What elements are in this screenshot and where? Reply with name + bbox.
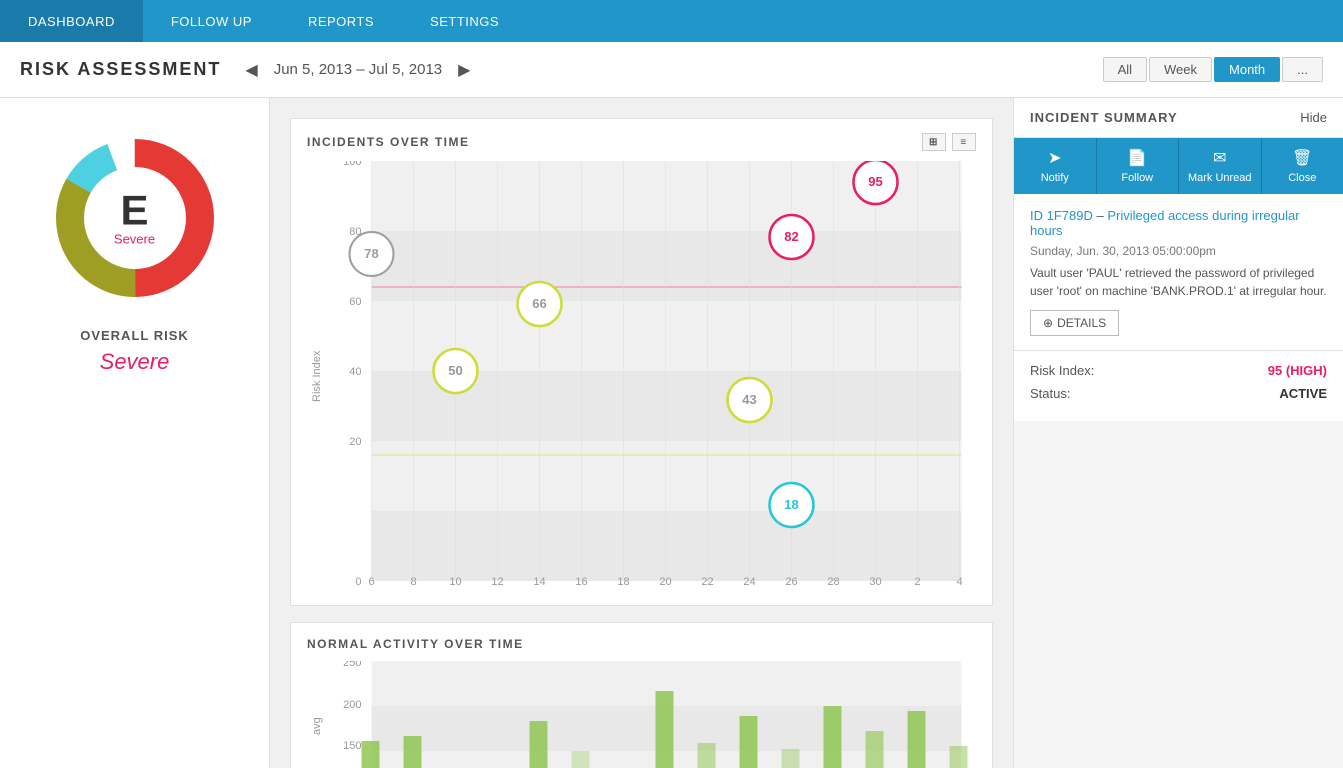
incident-id-static: ID 1F789D — [1030, 208, 1093, 223]
svg-text:40: 40 — [349, 366, 361, 378]
top-nav: DASHBOARD FOLLOW UP REPORTS SETTINGS — [0, 0, 1343, 42]
right-panel: INCIDENT SUMMARY Hide ➤ Notify 📄 Follow … — [1013, 98, 1343, 768]
header-bar: RISK ASSESSMENT ◀ Jun 5, 2013 – Jul 5, 2… — [0, 42, 1343, 98]
list-view-icon[interactable]: ≡ — [952, 133, 976, 151]
incident-detail: ID 1F789D – Privileged access during irr… — [1014, 194, 1343, 351]
close-button[interactable]: 🗑 Close — [1262, 138, 1343, 194]
svg-text:95: 95 — [868, 174, 882, 189]
svg-text:150: 150 — [343, 740, 361, 752]
notify-label: Notify — [1041, 172, 1069, 184]
overall-risk-label: OVERALL RISK — [80, 328, 189, 343]
normal-activity-svg: 250 200 150 0 — [327, 661, 976, 768]
svg-text:20: 20 — [349, 436, 361, 448]
main-layout: E Severe OVERALL RISK Severe INCIDENTS O… — [0, 98, 1343, 768]
risk-grade: E — [114, 190, 155, 232]
incident-id-line: ID 1F789D – Privileged access during irr… — [1030, 208, 1327, 238]
content-area: INCIDENTS OVER TIME ⊞ ≡ Risk Index — [270, 98, 1013, 768]
svg-text:82: 82 — [784, 229, 798, 244]
mark-unread-label: Mark Unread — [1188, 172, 1252, 184]
notify-button[interactable]: ➤ Notify — [1014, 138, 1097, 194]
mark-unread-button[interactable]: ✉ Mark Unread — [1179, 138, 1262, 194]
incident-summary-title: INCIDENT SUMMARY — [1030, 110, 1178, 125]
svg-text:43: 43 — [742, 392, 756, 407]
svg-text:78: 78 — [364, 246, 378, 261]
nav-followup[interactable]: FOLLOW UP — [143, 0, 280, 42]
svg-text:18: 18 — [784, 497, 798, 512]
svg-text:60: 60 — [349, 296, 361, 308]
chart-view-icons: ⊞ ≡ — [922, 133, 976, 151]
svg-text:66: 66 — [532, 296, 546, 311]
nav-reports[interactable]: REPORTS — [280, 0, 402, 42]
close-icon: 🗑 — [1292, 148, 1312, 168]
period-week[interactable]: Week — [1149, 57, 1212, 82]
risk-index-value: 95 (HIGH) — [1268, 363, 1327, 378]
scatter-view-icon[interactable]: ⊞ — [922, 133, 946, 151]
y-axis-label: Risk Index — [307, 161, 327, 591]
donut-center: E Severe — [114, 190, 155, 247]
svg-text:100: 100 — [343, 161, 361, 168]
follow-label: Follow — [1121, 172, 1153, 184]
period-all[interactable]: All — [1103, 57, 1147, 82]
normal-activity-chart-section: NORMAL ACTIVITY OVER TIME avg 250 200 15… — [290, 622, 993, 768]
page-title: RISK ASSESSMENT — [20, 59, 221, 80]
details-plus-icon: ⊕ — [1043, 316, 1053, 330]
follow-icon: 📄 — [1127, 148, 1147, 168]
nav-dashboard[interactable]: DASHBOARD — [0, 0, 143, 42]
svg-text:250: 250 — [343, 661, 361, 669]
details-button[interactable]: ⊕ DETAILS — [1030, 310, 1119, 336]
date-range: Jun 5, 2013 – Jul 5, 2013 — [274, 61, 442, 78]
period-more[interactable]: ... — [1282, 57, 1323, 82]
risk-index-label: Risk Index: — [1030, 363, 1094, 378]
nav-settings[interactable]: SETTINGS — [402, 0, 527, 42]
left-sidebar: E Severe OVERALL RISK Severe — [0, 98, 270, 768]
prev-arrow[interactable]: ◀ — [241, 56, 261, 84]
incidents-chart-section: INCIDENTS OVER TIME ⊞ ≡ Risk Index — [290, 118, 993, 606]
action-buttons: ➤ Notify 📄 Follow ✉ Mark Unread 🗑 Close — [1014, 138, 1343, 194]
normal-activity-title: NORMAL ACTIVITY OVER TIME — [307, 637, 976, 651]
incident-description: Vault user 'PAUL' retrieved the password… — [1030, 264, 1327, 300]
risk-index-row: Risk Index: 95 (HIGH) — [1030, 363, 1327, 378]
period-month[interactable]: Month — [1214, 57, 1280, 82]
close-label: Close — [1288, 172, 1316, 184]
incident-summary-header: INCIDENT SUMMARY Hide — [1014, 98, 1343, 138]
follow-button[interactable]: 📄 Follow — [1097, 138, 1180, 194]
next-arrow[interactable]: ▶ — [454, 56, 474, 84]
risk-grade-label: Severe — [114, 232, 155, 247]
date-navigation: ◀ Jun 5, 2013 – Jul 5, 2013 ▶ — [241, 56, 474, 84]
normal-y-label: avg — [307, 661, 327, 768]
incidents-chart-title: INCIDENTS OVER TIME ⊞ ≡ — [307, 133, 976, 151]
overall-risk-value: Severe — [100, 349, 170, 375]
donut-chart: E Severe — [45, 128, 225, 308]
status-label: Status: — [1030, 386, 1070, 401]
status-row: Status: ACTIVE — [1030, 386, 1327, 401]
risk-info: Risk Index: 95 (HIGH) Status: ACTIVE — [1014, 351, 1343, 421]
incident-date: Sunday, Jun. 30, 2013 05:00:00pm — [1030, 244, 1327, 258]
hide-link[interactable]: Hide — [1300, 110, 1327, 125]
period-buttons: All Week Month ... — [1103, 57, 1323, 82]
scatter-chart-svg: 100 80 60 40 20 0 6 8 10 12 14 16 18 20 — [327, 161, 976, 591]
details-label: DETAILS — [1057, 316, 1106, 330]
mark-unread-icon: ✉ — [1213, 148, 1226, 168]
svg-text:0: 0 — [355, 576, 361, 588]
svg-text:50: 50 — [448, 363, 462, 378]
notify-icon: ➤ — [1048, 148, 1061, 168]
svg-text:200: 200 — [343, 699, 361, 711]
status-value: ACTIVE — [1279, 386, 1327, 401]
